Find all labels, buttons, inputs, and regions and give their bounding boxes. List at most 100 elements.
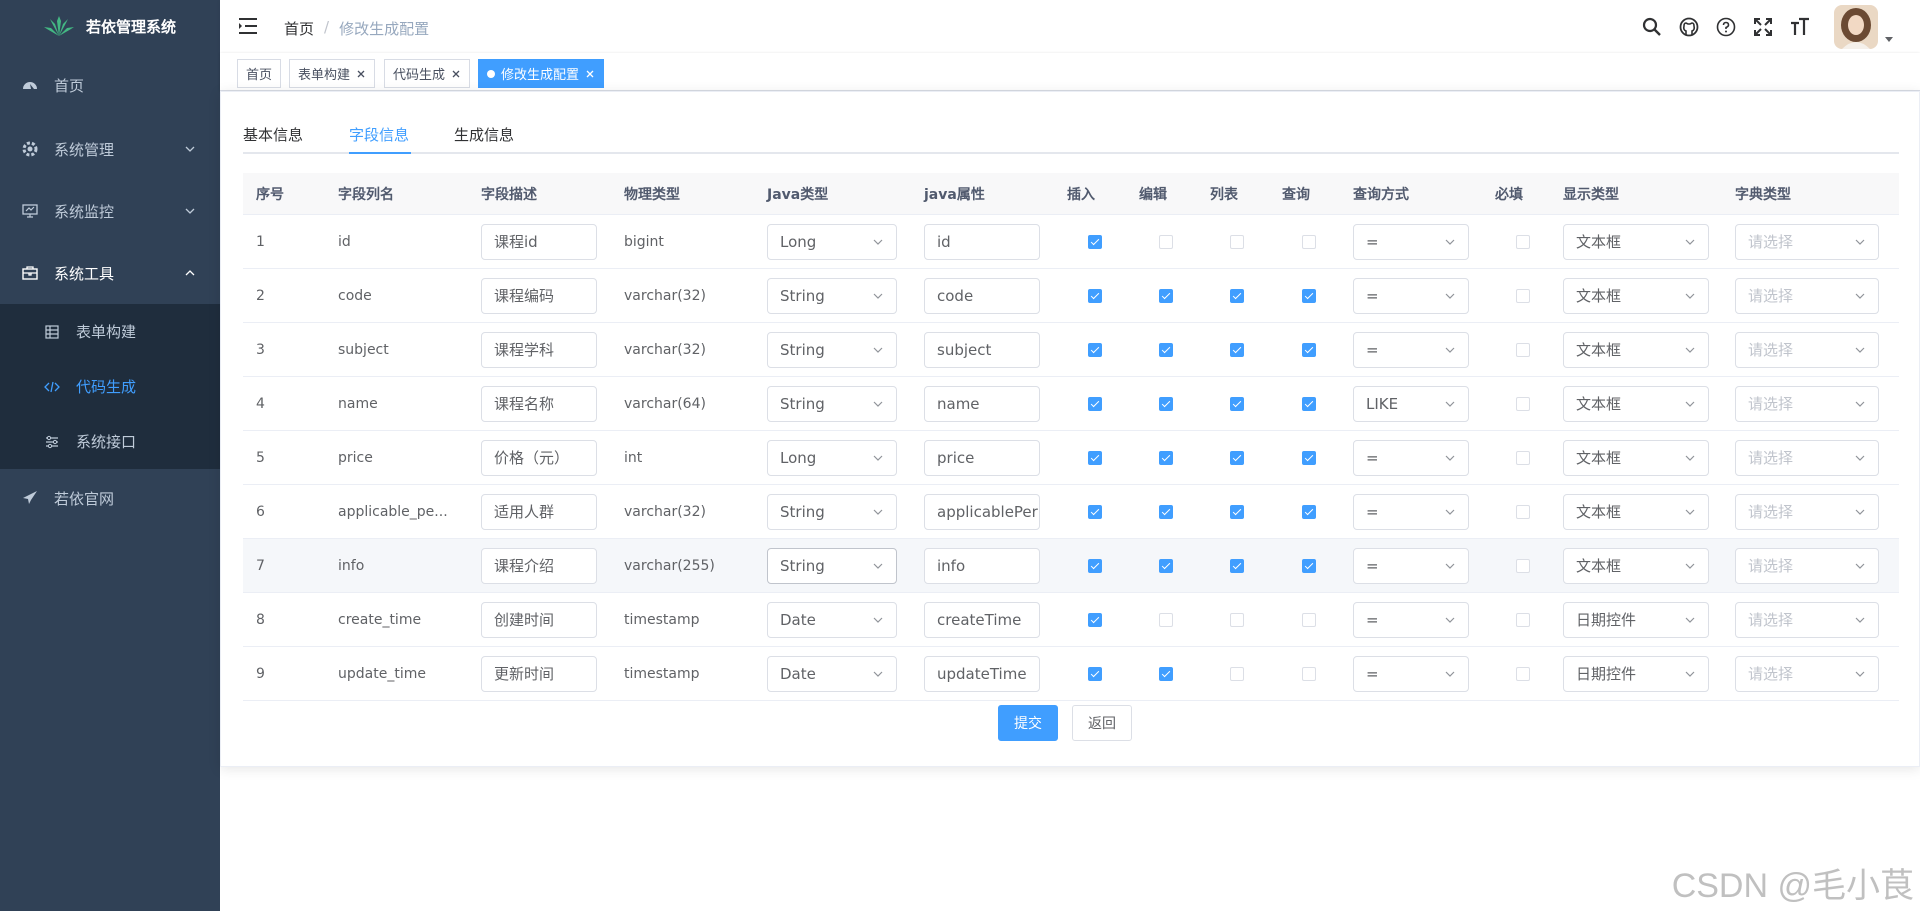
query-checkbox[interactable]	[1302, 558, 1316, 573]
font-size-icon[interactable]	[1789, 16, 1811, 38]
breadcrumb-home[interactable]: 首页	[284, 18, 314, 39]
sidebar-item-system-tools[interactable]: 系统工具	[0, 242, 220, 304]
list-checkbox[interactable]	[1230, 504, 1244, 519]
hamburger-icon[interactable]	[238, 16, 258, 36]
insert-checkbox[interactable]	[1088, 234, 1102, 249]
list-checkbox[interactable]	[1230, 558, 1244, 573]
java-type-select[interactable]: Long	[767, 223, 897, 260]
insert-checkbox[interactable]	[1088, 612, 1102, 627]
required-checkbox[interactable]	[1516, 234, 1530, 249]
dict-type-select[interactable]: 请选择	[1735, 331, 1879, 368]
java-type-select[interactable]: String	[767, 277, 897, 314]
tag-edit-gen-config[interactable]: 修改生成配置	[478, 59, 605, 88]
query-type-select[interactable]: =	[1353, 655, 1469, 692]
html-type-select[interactable]: 日期控件	[1563, 601, 1709, 638]
tag-form-builder[interactable]: 表单构建	[289, 59, 376, 88]
query-checkbox[interactable]	[1302, 234, 1316, 249]
query-type-select[interactable]: =	[1353, 331, 1469, 368]
insert-checkbox[interactable]	[1088, 450, 1102, 465]
dict-type-select[interactable]: 请选择	[1735, 277, 1879, 314]
sidebar-item-code-generation[interactable]: 代码生成	[0, 359, 220, 414]
query-checkbox[interactable]	[1302, 666, 1316, 681]
java-field-input[interactable]: createTime	[924, 601, 1040, 638]
required-checkbox[interactable]	[1516, 342, 1530, 357]
html-type-select[interactable]: 文本框	[1563, 547, 1709, 584]
insert-checkbox[interactable]	[1088, 558, 1102, 573]
java-field-input[interactable]: updateTime	[924, 655, 1040, 692]
close-icon[interactable]	[451, 69, 461, 79]
html-type-select[interactable]: 文本框	[1563, 385, 1709, 422]
insert-checkbox[interactable]	[1088, 342, 1102, 357]
column-comment-input[interactable]: 课程介绍	[481, 547, 597, 584]
list-checkbox[interactable]	[1230, 396, 1244, 411]
edit-checkbox[interactable]	[1159, 288, 1173, 303]
insert-checkbox[interactable]	[1088, 504, 1102, 519]
html-type-select[interactable]: 文本框	[1563, 439, 1709, 476]
back-button[interactable]: 返回	[1072, 705, 1132, 741]
list-checkbox[interactable]	[1230, 234, 1244, 249]
edit-checkbox[interactable]	[1159, 396, 1173, 411]
tab-gen-info[interactable]: 生成信息	[454, 124, 514, 145]
java-field-input[interactable]: info	[924, 547, 1040, 584]
list-checkbox[interactable]	[1230, 612, 1244, 627]
fullscreen-icon[interactable]	[1752, 16, 1774, 38]
sidebar-item-system-management[interactable]: 系统管理	[0, 118, 220, 180]
html-type-select[interactable]: 文本框	[1563, 277, 1709, 314]
column-comment-input[interactable]: 课程学科	[481, 331, 597, 368]
insert-checkbox[interactable]	[1088, 666, 1102, 681]
java-type-select[interactable]: String	[767, 547, 897, 584]
close-icon[interactable]	[585, 69, 595, 79]
java-field-input[interactable]: subject	[924, 331, 1040, 368]
edit-checkbox[interactable]	[1159, 612, 1173, 627]
list-checkbox[interactable]	[1230, 666, 1244, 681]
tab-field-info[interactable]: 字段信息	[349, 124, 409, 145]
java-field-input[interactable]: applicablePer	[924, 493, 1040, 530]
sidebar-item-system-api[interactable]: 系统接口	[0, 414, 220, 469]
column-comment-input[interactable]: 课程名称	[481, 385, 597, 422]
required-checkbox[interactable]	[1516, 396, 1530, 411]
required-checkbox[interactable]	[1516, 558, 1530, 573]
java-type-select[interactable]: Long	[767, 439, 897, 476]
required-checkbox[interactable]	[1516, 666, 1530, 681]
insert-checkbox[interactable]	[1088, 396, 1102, 411]
caret-down-icon[interactable]	[1884, 34, 1894, 44]
java-field-input[interactable]: code	[924, 277, 1040, 314]
tag-code-generation[interactable]: 代码生成	[384, 59, 471, 88]
query-type-select[interactable]: =	[1353, 547, 1469, 584]
html-type-select[interactable]: 文本框	[1563, 331, 1709, 368]
column-comment-input[interactable]: 价格（元）	[481, 439, 597, 476]
edit-checkbox[interactable]	[1159, 342, 1173, 357]
dict-type-select[interactable]: 请选择	[1735, 655, 1879, 692]
sidebar-item-ruoyi-website[interactable]: 若依官网	[0, 469, 220, 527]
edit-checkbox[interactable]	[1159, 558, 1173, 573]
edit-checkbox[interactable]	[1159, 666, 1173, 681]
java-type-select[interactable]: Date	[767, 655, 897, 692]
required-checkbox[interactable]	[1516, 612, 1530, 627]
query-checkbox[interactable]	[1302, 450, 1316, 465]
insert-checkbox[interactable]	[1088, 288, 1102, 303]
sidebar-logo[interactable]: 若依管理系统	[0, 0, 220, 52]
dict-type-select[interactable]: 请选择	[1735, 547, 1879, 584]
sidebar-item-home[interactable]: 首页	[0, 52, 220, 118]
query-type-select[interactable]: =	[1353, 277, 1469, 314]
column-comment-input[interactable]: 适用人群	[481, 493, 597, 530]
dict-type-select[interactable]: 请选择	[1735, 439, 1879, 476]
sidebar-item-system-monitor[interactable]: 系统监控	[0, 180, 220, 242]
tag-home[interactable]: 首页	[237, 59, 282, 88]
column-comment-input[interactable]: 课程id	[481, 223, 597, 260]
dict-type-select[interactable]: 请选择	[1735, 385, 1879, 422]
tab-basic-info[interactable]: 基本信息	[243, 124, 303, 145]
query-checkbox[interactable]	[1302, 288, 1316, 303]
list-checkbox[interactable]	[1230, 450, 1244, 465]
column-comment-input[interactable]: 课程编码	[481, 277, 597, 314]
java-type-select[interactable]: String	[767, 385, 897, 422]
query-checkbox[interactable]	[1302, 396, 1316, 411]
query-type-select[interactable]: LIKE	[1353, 385, 1469, 422]
required-checkbox[interactable]	[1516, 504, 1530, 519]
java-type-select[interactable]: String	[767, 493, 897, 530]
column-comment-input[interactable]: 更新时间	[481, 655, 597, 692]
column-comment-input[interactable]: 创建时间	[481, 601, 597, 638]
html-type-select[interactable]: 文本框	[1563, 493, 1709, 530]
search-icon[interactable]	[1641, 16, 1663, 38]
query-checkbox[interactable]	[1302, 504, 1316, 519]
